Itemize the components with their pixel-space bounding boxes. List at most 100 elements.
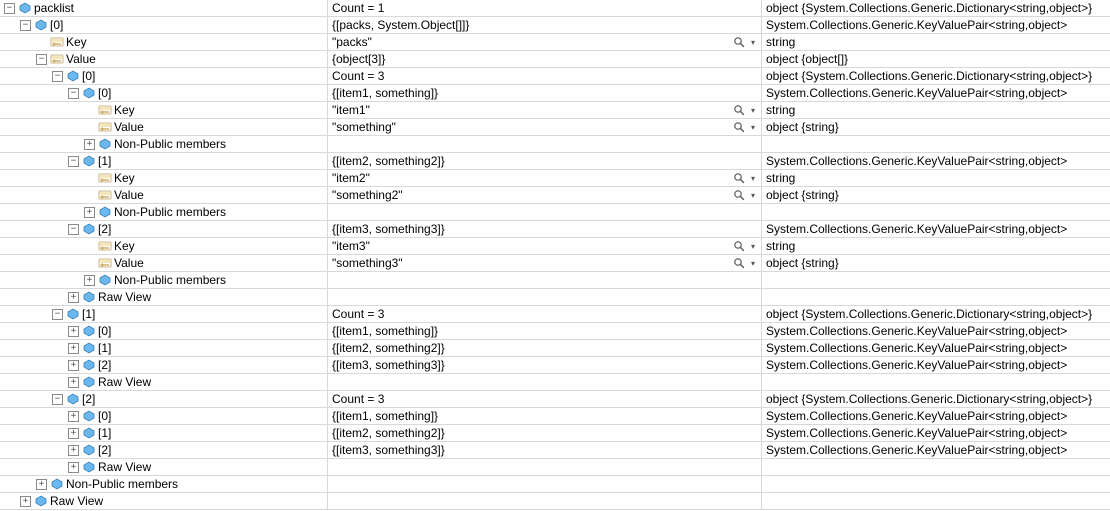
tree-row[interactable]: + [0]{[item1, something]}System.Collecti… bbox=[0, 323, 1110, 340]
collapse-icon[interactable]: − bbox=[68, 88, 79, 99]
collapse-icon[interactable]: − bbox=[4, 3, 15, 14]
value-cell[interactable]: Count = 1 bbox=[328, 0, 762, 16]
value-cell[interactable]: Count = 3 bbox=[328, 391, 762, 407]
tree-row[interactable]: Key"item2" ▾string bbox=[0, 170, 1110, 187]
tree-row[interactable]: Value"something" ▾object {string} bbox=[0, 119, 1110, 136]
value-cell[interactable] bbox=[328, 459, 762, 475]
tree-row[interactable]: Value"something2" ▾object {string} bbox=[0, 187, 1110, 204]
name-cell[interactable]: − Value bbox=[0, 51, 328, 67]
value-cell[interactable] bbox=[328, 204, 762, 220]
tree-row[interactable]: − [1]Count = 3object {System.Collections… bbox=[0, 306, 1110, 323]
tree-row[interactable]: − [2]{[item3, something3]}System.Collect… bbox=[0, 221, 1110, 238]
tree-row[interactable]: Key"item3" ▾string bbox=[0, 238, 1110, 255]
value-cell[interactable]: {[item2, something2]} bbox=[328, 153, 762, 169]
tree-row[interactable]: Key"packs" ▾string bbox=[0, 34, 1110, 51]
tree-row[interactable]: + Non-Public members bbox=[0, 272, 1110, 289]
value-cell[interactable]: {[item1, something]} bbox=[328, 323, 762, 339]
value-cell[interactable]: {[item3, something3]} bbox=[328, 357, 762, 373]
collapse-icon[interactable]: − bbox=[52, 309, 63, 320]
collapse-icon[interactable]: − bbox=[68, 156, 79, 167]
value-cell[interactable]: {[item2, something2]} bbox=[328, 340, 762, 356]
value-cell[interactable] bbox=[328, 136, 762, 152]
name-cell[interactable]: Key bbox=[0, 238, 328, 254]
name-cell[interactable]: + Raw View bbox=[0, 289, 328, 305]
collapse-icon[interactable]: − bbox=[36, 54, 47, 65]
expand-icon[interactable]: + bbox=[68, 462, 79, 473]
name-cell[interactable]: + [0] bbox=[0, 323, 328, 339]
expand-icon[interactable]: + bbox=[68, 377, 79, 388]
visualizer-icon[interactable] bbox=[732, 256, 746, 270]
value-cell[interactable]: "item3" ▾ bbox=[328, 238, 762, 254]
expand-icon[interactable]: + bbox=[36, 479, 47, 490]
name-cell[interactable]: − [0] bbox=[0, 17, 328, 33]
visualizer-dropdown-icon[interactable]: ▾ bbox=[748, 188, 758, 202]
name-cell[interactable]: Value bbox=[0, 187, 328, 203]
value-cell[interactable]: {[item1, something]} bbox=[328, 85, 762, 101]
expand-icon[interactable]: + bbox=[84, 275, 95, 286]
name-cell[interactable]: + Non-Public members bbox=[0, 136, 328, 152]
value-cell[interactable]: {[packs, System.Object[]]} bbox=[328, 17, 762, 33]
visualizer-icon[interactable] bbox=[732, 103, 746, 117]
value-cell[interactable]: Count = 3 bbox=[328, 306, 762, 322]
name-cell[interactable]: + [1] bbox=[0, 340, 328, 356]
expand-icon[interactable]: + bbox=[68, 411, 79, 422]
visualizer-dropdown-icon[interactable]: ▾ bbox=[748, 171, 758, 185]
value-cell[interactable]: "something3" ▾ bbox=[328, 255, 762, 271]
tree-row[interactable]: + Raw View bbox=[0, 374, 1110, 391]
tree-row[interactable]: + Non-Public members bbox=[0, 136, 1110, 153]
name-cell[interactable]: − [2] bbox=[0, 221, 328, 237]
value-cell[interactable]: "something" ▾ bbox=[328, 119, 762, 135]
name-cell[interactable]: + [1] bbox=[0, 425, 328, 441]
value-cell[interactable]: {[item2, something2]} bbox=[328, 425, 762, 441]
collapse-icon[interactable]: − bbox=[68, 224, 79, 235]
name-cell[interactable]: Value bbox=[0, 119, 328, 135]
name-cell[interactable]: + Non-Public members bbox=[0, 272, 328, 288]
name-cell[interactable]: − packlist bbox=[0, 0, 328, 16]
expand-icon[interactable]: + bbox=[68, 445, 79, 456]
name-cell[interactable]: − [2] bbox=[0, 391, 328, 407]
visualizer-icon[interactable] bbox=[732, 188, 746, 202]
value-cell[interactable] bbox=[328, 374, 762, 390]
tree-row[interactable]: Key"item1" ▾string bbox=[0, 102, 1110, 119]
tree-row[interactable]: + [1]{[item2, something2]}System.Collect… bbox=[0, 425, 1110, 442]
name-cell[interactable]: − [0] bbox=[0, 85, 328, 101]
tree-row[interactable]: + Non-Public members bbox=[0, 476, 1110, 493]
name-cell[interactable]: Key bbox=[0, 102, 328, 118]
value-cell[interactable]: Count = 3 bbox=[328, 68, 762, 84]
name-cell[interactable]: + Non-Public members bbox=[0, 476, 328, 492]
name-cell[interactable]: + [2] bbox=[0, 357, 328, 373]
tree-row[interactable]: + [0]{[item1, something]}System.Collecti… bbox=[0, 408, 1110, 425]
tree-row[interactable]: + [1]{[item2, something2]}System.Collect… bbox=[0, 340, 1110, 357]
visualizer-icon[interactable] bbox=[732, 35, 746, 49]
collapse-icon[interactable]: − bbox=[52, 71, 63, 82]
visualizer-dropdown-icon[interactable]: ▾ bbox=[748, 256, 758, 270]
name-cell[interactable]: + Raw View bbox=[0, 374, 328, 390]
value-cell[interactable] bbox=[328, 289, 762, 305]
tree-row[interactable]: − [1]{[item2, something2]}System.Collect… bbox=[0, 153, 1110, 170]
expand-icon[interactable]: + bbox=[20, 496, 31, 507]
visualizer-icon[interactable] bbox=[732, 239, 746, 253]
visualizer-dropdown-icon[interactable]: ▾ bbox=[748, 239, 758, 253]
tree-row[interactable]: Value"something3" ▾object {string} bbox=[0, 255, 1110, 272]
name-cell[interactable]: − [0] bbox=[0, 68, 328, 84]
value-cell[interactable]: {[item3, something3]} bbox=[328, 221, 762, 237]
expand-icon[interactable]: + bbox=[84, 207, 95, 218]
name-cell[interactable]: Value bbox=[0, 255, 328, 271]
tree-row[interactable]: + Raw View bbox=[0, 493, 1110, 510]
value-cell[interactable] bbox=[328, 272, 762, 288]
value-cell[interactable]: "item1" ▾ bbox=[328, 102, 762, 118]
name-cell[interactable]: + Non-Public members bbox=[0, 204, 328, 220]
tree-row[interactable]: − [0]{[packs, System.Object[]]}System.Co… bbox=[0, 17, 1110, 34]
value-cell[interactable]: {[item1, something]} bbox=[328, 408, 762, 424]
tree-row[interactable]: − [0]{[item1, something]}System.Collecti… bbox=[0, 85, 1110, 102]
tree-row[interactable]: + Raw View bbox=[0, 459, 1110, 476]
value-cell[interactable] bbox=[328, 493, 762, 509]
name-cell[interactable]: Key bbox=[0, 170, 328, 186]
collapse-icon[interactable]: − bbox=[20, 20, 31, 31]
expand-icon[interactable]: + bbox=[84, 139, 95, 150]
visualizer-dropdown-icon[interactable]: ▾ bbox=[748, 120, 758, 134]
tree-row[interactable]: + Non-Public members bbox=[0, 204, 1110, 221]
expand-icon[interactable]: + bbox=[68, 360, 79, 371]
tree-row[interactable]: − packlistCount = 1object {System.Collec… bbox=[0, 0, 1110, 17]
expand-icon[interactable]: + bbox=[68, 343, 79, 354]
